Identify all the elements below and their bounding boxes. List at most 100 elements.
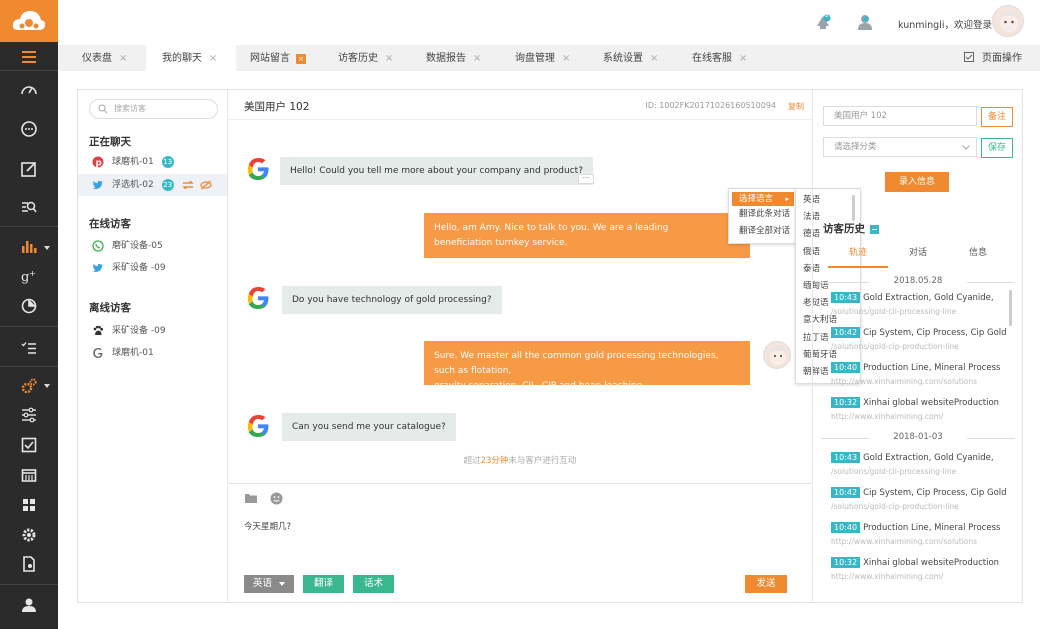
dashboard-icon[interactable] — [17, 79, 41, 101]
folder-icon[interactable] — [244, 492, 258, 504]
history-date: 2018-01-03 — [821, 432, 1015, 442]
transfer-icon[interactable] — [181, 180, 194, 190]
gears-icon[interactable] — [17, 375, 41, 397]
app-logo[interactable] — [0, 0, 58, 42]
visitor-item[interactable]: 采矿设备 -09 — [78, 320, 227, 342]
send-button[interactable]: 发送 — [745, 575, 787, 593]
visitor-name-field[interactable]: 美国用户 102 — [823, 106, 977, 126]
more-dots: ··· — [582, 174, 590, 182]
close-icon[interactable]: × — [562, 53, 570, 64]
collapse-icon[interactable] — [870, 224, 879, 234]
visitor-item[interactable]: 球磨机-01 — [78, 342, 227, 364]
history-entry[interactable]: 10:42 Cip System, Cip Process, Cip Gold/s… — [831, 487, 1011, 513]
category-select[interactable]: 请选择分类 — [823, 137, 977, 157]
history-time: 10:42 — [831, 487, 861, 498]
user-avatar[interactable] — [992, 5, 1024, 37]
submit-info-button[interactable]: 录入信息 — [885, 172, 949, 192]
menu-item-select-language[interactable]: 选择语言 ▸ — [732, 192, 794, 206]
history-tab-track[interactable]: 轨迹 — [831, 245, 885, 258]
emoji-icon[interactable] — [270, 492, 283, 505]
history-title: Xinhai global websiteProduction — [863, 558, 1000, 568]
tab-messages[interactable]: 网站留言 × — [250, 45, 306, 71]
visitor-item[interactable]: 采矿设备 -09 — [78, 257, 227, 279]
history-time: 10:32 — [831, 557, 861, 568]
settings-icon[interactable] — [17, 524, 41, 546]
notice-highlight: 23分钟 — [480, 456, 509, 466]
note-button[interactable]: 备注 — [981, 107, 1013, 127]
history-url: http://www.xinhaimining.com/solutions — [831, 377, 978, 386]
message-input[interactable]: 今天星期几? — [244, 520, 794, 566]
history-url: http://www.xinhaimining.com/ — [831, 412, 944, 421]
close-icon[interactable]: × — [296, 54, 306, 64]
history-entry[interactable]: 10:40 Production Line, Mineral Process htt… — [831, 362, 1011, 388]
history-tab-info[interactable]: 信息 — [951, 245, 1005, 258]
language-select[interactable]: 英语 — [244, 575, 294, 593]
translate-button[interactable]: 翻译 — [303, 575, 344, 593]
hide-icon[interactable] — [200, 180, 213, 190]
notification-icon[interactable]: 2 — [814, 12, 832, 34]
sliders-icon[interactable] — [17, 404, 41, 426]
svg-text:p: p — [96, 159, 102, 169]
history-time: 10:43 — [831, 452, 861, 463]
tab-inquiries[interactable]: 询盘管理 × — [515, 45, 570, 71]
history-entry[interactable]: 10:32 Xinhai global websiteProduction http… — [831, 557, 1011, 583]
copy-id-button[interactable]: 复制 — [788, 101, 804, 112]
history-title: 访客历史 — [823, 221, 879, 236]
edit-icon[interactable] — [17, 158, 41, 180]
close-icon[interactable]: × — [650, 53, 658, 64]
chart-icon[interactable] — [17, 235, 41, 257]
grid-icon[interactable] — [17, 494, 41, 516]
chevron-down-icon — [962, 145, 970, 150]
close-icon[interactable]: × — [739, 53, 747, 64]
google-icon — [93, 348, 103, 358]
more-options-button[interactable]: ··· — [578, 174, 594, 184]
history-url: /solutions/gold-cil-processing-line — [831, 467, 957, 476]
visitor-item[interactable]: 磨矿设备-05 — [78, 235, 227, 257]
tab-settings[interactable]: 系统设置 × — [603, 45, 658, 71]
scrollbar[interactable] — [1009, 290, 1012, 326]
phrases-button[interactable]: 话术 — [353, 575, 394, 593]
google-plus-icon[interactable]: g + — [17, 265, 41, 287]
save-button[interactable]: 保存 — [981, 138, 1013, 158]
twitter-icon — [92, 180, 103, 190]
history-time: 10:42 — [831, 327, 861, 338]
close-icon[interactable]: × — [473, 53, 481, 64]
calendar-icon[interactable] — [17, 464, 41, 486]
history-entry[interactable]: 10:32 Xinhai global websiteProduction http… — [831, 397, 1011, 423]
message-icon[interactable] — [856, 13, 874, 34]
menu-item-translate-one[interactable]: 翻译此条对话 — [729, 206, 797, 223]
history-entry[interactable]: 10:42 Cip System, Cip Process, Cip Gold/s… — [831, 327, 1011, 353]
close-icon[interactable]: × — [385, 53, 393, 64]
google-icon — [247, 414, 269, 437]
close-icon[interactable]: × — [209, 53, 217, 64]
page-ops-button[interactable]: 页面操作 — [964, 45, 1022, 71]
tab-visitor-history[interactable]: 访客历史 × — [338, 45, 393, 71]
checklist-icon[interactable] — [17, 337, 41, 359]
history-entry[interactable]: 10:43 Gold Extraction, Gold Cyanide, /solu… — [831, 292, 1011, 318]
tab-label: 我的聊天 — [162, 53, 202, 64]
visitor-item[interactable]: p 球磨机-01 13 — [78, 151, 227, 173]
message-bubble: Sure. We master all the common gold proc… — [424, 341, 750, 391]
visitor-item[interactable]: 浮选机-02 23 — [78, 174, 227, 196]
user-icon[interactable] — [17, 594, 41, 616]
unread-badge: 23 — [161, 178, 174, 191]
tab-online-service[interactable]: 在线客服 × — [692, 45, 747, 71]
close-icon[interactable]: × — [119, 53, 127, 64]
tab-my-chat[interactable]: 我的聊天 × — [146, 45, 236, 71]
search-user-icon[interactable] — [17, 196, 41, 218]
history-tab-chat[interactable]: 对话 — [891, 245, 945, 258]
chat-icon[interactable] — [17, 118, 41, 140]
tab-reports[interactable]: 数据报告 × — [426, 45, 481, 71]
menu-item-translate-all[interactable]: 翻译全部对话 — [729, 223, 797, 240]
history-entry[interactable]: 10:43 Gold Extraction, Gold Cyanide, /solu… — [831, 452, 1011, 478]
search-input[interactable]: 搜索访客 — [89, 99, 218, 119]
unread-badge: 13 — [161, 155, 174, 168]
tab-dashboard[interactable]: 仪表盘 × — [82, 45, 127, 71]
svg-text:+: + — [29, 269, 36, 278]
document-icon[interactable] — [17, 553, 41, 575]
menu-icon[interactable] — [17, 46, 41, 68]
history-entry[interactable]: 10:40 Production Line, Mineral Process htt… — [831, 522, 1011, 548]
compose-area: 今天星期几? 英语 翻译 话术 发送 — [228, 483, 812, 602]
pie-chart-icon[interactable] — [17, 295, 41, 317]
checkbox-icon[interactable] — [17, 434, 41, 456]
